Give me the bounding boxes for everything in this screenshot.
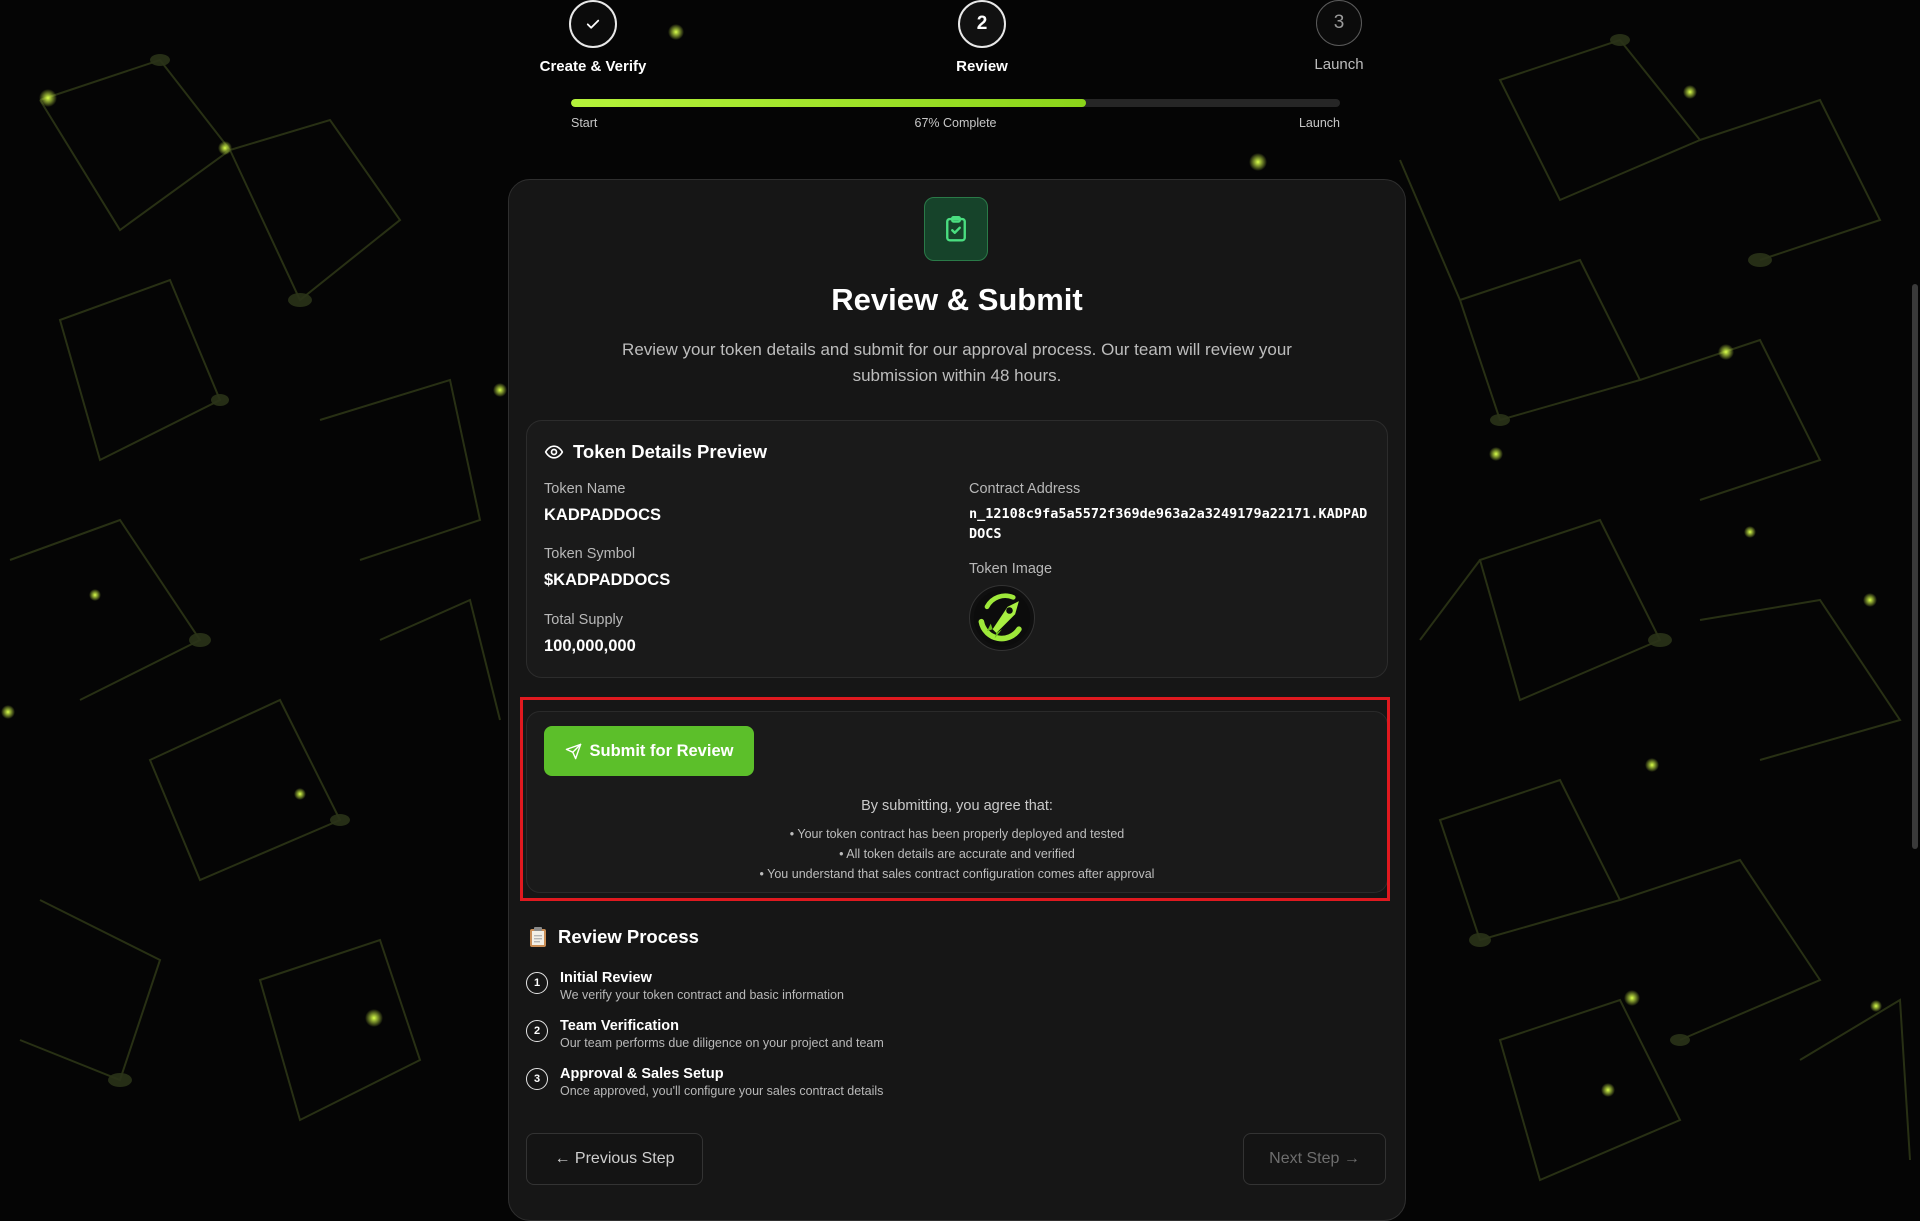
token-symbol-value: $KADPADDOCS <box>544 571 671 589</box>
agreement-term: • You understand that sales contract con… <box>759 867 1155 881</box>
token-image <box>969 585 1035 651</box>
contract-address-field: Contract Address n_12108c9fa5a5572f369de… <box>969 481 1369 544</box>
page-subtitle: Review your token details and submit for… <box>622 340 1292 385</box>
preview-header: Token Details Preview <box>544 441 767 463</box>
review-submit-card: Review & Submit Review your token detail… <box>508 179 1406 1221</box>
token-name-value: KADPADDOCS <box>544 506 662 524</box>
review-step-desc: Our team performs due diligence on your … <box>560 1036 884 1050</box>
review-step-desc: Once approved, you'll configure your sal… <box>560 1084 884 1098</box>
step-review[interactable]: 2 Review <box>912 0 1052 75</box>
rocket-logo-icon <box>973 589 1031 647</box>
step-label: Launch <box>1314 56 1364 73</box>
review-step-number: 3 <box>526 1068 548 1090</box>
progress-percent-label: 67% Complete <box>914 116 997 130</box>
token-image-field: Token Image <box>969 561 1052 651</box>
scrollbar-thumb[interactable] <box>1912 284 1918 849</box>
next-step-button[interactable]: Next Step → <box>1243 1133 1386 1185</box>
review-process-header: Review Process <box>528 926 699 948</box>
launch-stepper: Create & Verify 2 Review 3 Launch Start … <box>540 0 1364 135</box>
clipboard-check-icon <box>924 197 988 261</box>
review-step-number: 2 <box>526 1020 548 1042</box>
token-launch-page: Create & Verify 2 Review 3 Launch Start … <box>0 0 1920 1221</box>
total-supply-label: Total Supply <box>544 612 623 628</box>
agreement-terms: • Your token contract has been properly … <box>527 824 1387 884</box>
review-step: 2 Team Verification Our team performs du… <box>526 1018 884 1050</box>
progress-fill <box>571 99 1087 107</box>
total-supply-value: 100,000,000 <box>544 637 636 655</box>
page-title: Review & Submit <box>831 282 1083 317</box>
step-launch[interactable]: 3 Launch <box>1269 0 1409 73</box>
agreement-term: • Your token contract has been properly … <box>789 827 1125 841</box>
step-label: Create & Verify <box>539 58 647 75</box>
submit-button-label: Submit for Review <box>589 741 734 760</box>
step-number: 2 <box>958 0 1006 48</box>
step-number: 3 <box>1316 0 1362 46</box>
preview-title: Token Details Preview <box>573 441 767 462</box>
send-icon <box>565 743 581 759</box>
submit-section: Submit for Review By submitting, you agr… <box>526 711 1388 893</box>
review-step-number: 1 <box>526 972 548 994</box>
contract-address-value: n_12108c9fa5a5572f369de963a2a3249179a221… <box>969 506 1368 542</box>
review-step-title: Team Verification <box>560 1018 679 1034</box>
clipboard-emoji-icon <box>530 927 546 947</box>
review-step-title: Initial Review <box>560 970 652 986</box>
token-name-field: Token Name KADPADDOCS <box>544 481 661 525</box>
token-symbol-field: Token Symbol $KADPADDOCS <box>544 546 670 590</box>
previous-step-button[interactable]: ← Previous Step <box>526 1133 703 1185</box>
review-step: 3 Approval & Sales Setup Once approved, … <box>526 1066 883 1098</box>
review-process-title: Review Process <box>558 926 699 947</box>
checkmark-icon <box>586 19 600 29</box>
page-scrollbar[interactable] <box>1910 0 1920 1200</box>
submit-for-review-button[interactable]: Submit for Review <box>544 726 754 776</box>
token-details-preview: Token Details Preview Token Name KADPADD… <box>526 420 1388 678</box>
review-step-title: Approval & Sales Setup <box>560 1066 724 1082</box>
token-name-label: Token Name <box>544 481 626 497</box>
review-step: 1 Initial Review We verify your token co… <box>526 970 844 1002</box>
token-symbol-label: Token Symbol <box>544 546 636 562</box>
step-complete-circle <box>569 0 617 48</box>
progress-end-label: Launch <box>1298 116 1340 130</box>
step-create-verify[interactable]: Create & Verify <box>523 0 663 75</box>
review-step-desc: We verify your token contract and basic … <box>560 988 844 1002</box>
eye-icon <box>544 445 564 459</box>
agreement-heading: By submitting, you agree that: <box>861 798 1053 814</box>
total-supply-field: Total Supply 100,000,000 <box>544 612 636 656</box>
token-image-label: Token Image <box>969 561 1053 577</box>
contract-address-label: Contract Address <box>969 481 1081 497</box>
step-label: Review <box>956 58 1008 75</box>
agreement-term: • All token details are accurate and ver… <box>839 847 1075 861</box>
progress-bar <box>571 99 1340 107</box>
